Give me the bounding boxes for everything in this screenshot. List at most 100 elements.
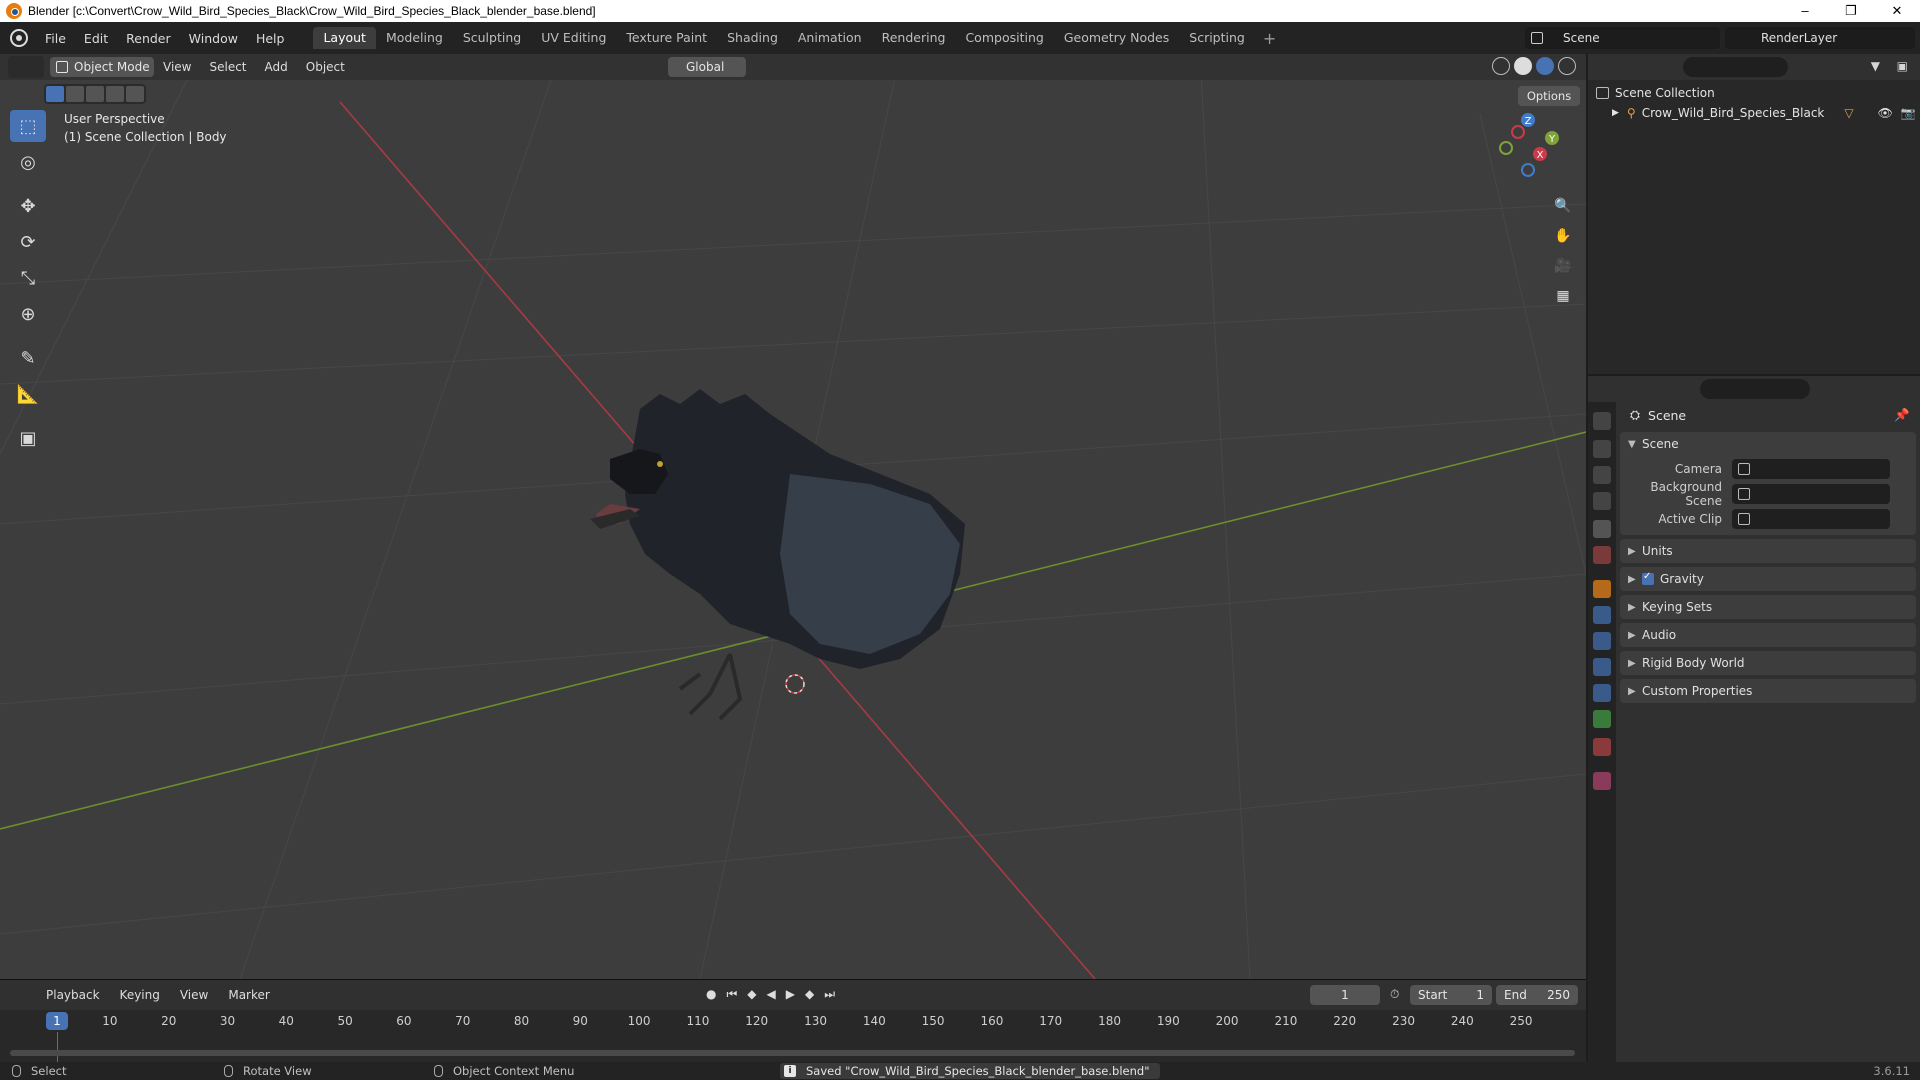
menu-help[interactable]: Help [247, 31, 294, 46]
audio-panel[interactable]: ▶ Audio [1620, 623, 1916, 647]
current-frame-field[interactable]: 1 [1310, 985, 1380, 1005]
rendered-shading-icon[interactable] [1558, 57, 1576, 75]
timeline-menu-view[interactable]: View [170, 988, 218, 1002]
data-tab-icon[interactable] [1593, 710, 1611, 728]
next-keyframe-icon[interactable]: ◆ [805, 987, 814, 1002]
tab-texture-paint[interactable]: Texture Paint [616, 27, 717, 49]
camera-field[interactable] [1732, 458, 1890, 479]
select-extend-icon[interactable] [66, 86, 84, 102]
menu-file[interactable]: File [36, 31, 75, 46]
wireframe-shading-icon[interactable] [1492, 57, 1510, 75]
select-subtract-icon[interactable] [86, 86, 104, 102]
move-icon[interactable]: ✥ [10, 190, 46, 222]
viewport-menu-select[interactable]: Select [200, 60, 255, 74]
viewport-menu-view[interactable]: View [154, 60, 200, 74]
menu-window[interactable]: Window [180, 31, 247, 46]
background-scene-field[interactable] [1732, 483, 1890, 504]
timeline-editor-type-icon[interactable] [8, 985, 36, 1005]
camera-view-icon[interactable]: 🎥 [1551, 254, 1575, 278]
record-icon[interactable]: ● [706, 987, 716, 1002]
timeline-menu-marker[interactable]: Marker [218, 988, 279, 1002]
constraints-tab-icon[interactable] [1593, 684, 1611, 702]
pin-icon[interactable]: 📌 [1894, 407, 1910, 423]
scene-name[interactable]: Scene [1563, 31, 1600, 45]
cursor-icon[interactable]: ◎ [10, 146, 46, 178]
jump-end-icon[interactable]: ⏭ [824, 987, 835, 1002]
outliner-search-input[interactable] [1683, 57, 1788, 77]
select-new-icon[interactable] [46, 86, 64, 102]
filter-icon[interactable]: ▼ [1871, 59, 1880, 73]
select-invert-icon[interactable] [106, 86, 124, 102]
units-panel[interactable]: ▶ Units [1620, 539, 1916, 563]
blender-menu-icon[interactable] [10, 29, 28, 47]
outliner-editor-type-icon[interactable] [1596, 57, 1624, 77]
scene-tab-icon[interactable] [1593, 520, 1611, 538]
properties-editor-type-icon[interactable] [1596, 379, 1624, 399]
zoom-icon[interactable]: 🔍 [1551, 194, 1575, 218]
playhead[interactable]: 1 [46, 1012, 68, 1030]
material-shading-icon[interactable] [1536, 57, 1554, 75]
tab-rendering[interactable]: Rendering [872, 27, 956, 49]
scene-panel-header[interactable]: ▼ Scene [1620, 432, 1916, 456]
editor-type-button[interactable] [8, 56, 44, 78]
tab-compositing[interactable]: Compositing [955, 27, 1053, 49]
outliner-object-row[interactable]: ▶ ⚲ Crow_Wild_Bird_Species_Black ▽ 👁 📷 [1612, 106, 1916, 120]
options-button[interactable]: Options [1518, 86, 1580, 106]
add-workspace-button[interactable]: + [1255, 29, 1284, 48]
display-mode-icon[interactable] [1634, 58, 1656, 76]
world-tab-icon[interactable] [1593, 546, 1611, 564]
active-clip-field[interactable] [1732, 508, 1890, 529]
texture-tab-icon[interactable] [1593, 772, 1611, 790]
prev-keyframe-icon[interactable]: ◆ [747, 987, 756, 1002]
start-frame-field[interactable]: Start 1 [1410, 985, 1492, 1005]
visibility-eye-icon[interactable]: 👁 [1878, 106, 1893, 120]
tab-layout[interactable]: Layout [313, 27, 376, 49]
tab-geometry-nodes[interactable]: Geometry Nodes [1054, 27, 1179, 49]
object-tab-icon[interactable] [1593, 580, 1611, 598]
gravity-panel-header[interactable]: ▶ Gravity [1620, 567, 1916, 591]
measure-icon[interactable]: 📐 [10, 378, 46, 410]
tab-uv-editing[interactable]: UV Editing [531, 27, 616, 49]
timeline-menu-keying[interactable]: Keying [110, 988, 170, 1002]
solid-shading-icon[interactable] [1514, 57, 1532, 75]
perspective-toggle-icon[interactable]: ▦ [1551, 284, 1575, 308]
properties-search-input[interactable] [1700, 379, 1810, 399]
viewport-menu-object[interactable]: Object [297, 60, 354, 74]
expand-arrow-icon[interactable]: ▶ [1612, 108, 1619, 118]
clock-icon[interactable]: ⏱ [1390, 987, 1399, 1002]
minimize-icon[interactable]: – [1782, 0, 1828, 22]
rigid-body-world-panel-header[interactable]: ▶ Rigid Body World [1620, 651, 1916, 675]
gravity-checkbox[interactable] [1642, 571, 1654, 585]
restore-icon[interactable]: ❐ [1828, 0, 1874, 22]
select-box-icon[interactable]: ⬚ [10, 110, 46, 142]
tab-scripting[interactable]: Scripting [1179, 27, 1255, 49]
gravity-panel[interactable]: ▶ Gravity [1620, 567, 1916, 591]
custom-properties-panel-header[interactable]: ▶ Custom Properties [1620, 679, 1916, 703]
3d-viewport[interactable]: Object Mode View Select Add Object Globa… [0, 54, 1586, 979]
tab-shading[interactable]: Shading [717, 27, 788, 49]
particles-tab-icon[interactable] [1593, 632, 1611, 650]
new-collection-icon[interactable]: ▣ [1897, 59, 1908, 73]
outliner-scene-collection[interactable]: Scene Collection [1596, 86, 1715, 100]
annotate-icon[interactable]: ✎ [10, 342, 46, 374]
crow-model[interactable] [590, 389, 965, 721]
pan-hand-icon[interactable]: ✋ [1551, 224, 1575, 248]
timeline-menu-playback[interactable]: Playback [36, 988, 110, 1002]
custom-properties-panel[interactable]: ▶ Custom Properties [1620, 679, 1916, 703]
audio-panel-header[interactable]: ▶ Audio [1620, 623, 1916, 647]
keying-sets-panel-header[interactable]: ▶ Keying Sets [1620, 595, 1916, 619]
tab-animation[interactable]: Animation [788, 27, 872, 49]
units-panel-header[interactable]: ▶ Units [1620, 539, 1916, 563]
view-layer-tab-icon[interactable] [1593, 492, 1611, 510]
render-tab-icon[interactable] [1593, 440, 1611, 458]
rotate-icon[interactable]: ⟳ [10, 226, 46, 258]
tab-modeling[interactable]: Modeling [376, 27, 453, 49]
scale-icon[interactable]: ⤡ [10, 262, 46, 294]
timeline-ruler[interactable]: 1 10 20 30 40 50 60 70 80 90 100 110 120 130 140 150 16… [0, 1010, 1586, 1032]
scene-selector[interactable]: Scene [1525, 27, 1720, 49]
tab-sculpting[interactable]: Sculpting [453, 27, 531, 49]
timeline-scrollbar[interactable] [10, 1050, 1575, 1056]
rigid-body-world-panel[interactable]: ▶ Rigid Body World [1620, 651, 1916, 675]
output-tab-icon[interactable] [1593, 466, 1611, 484]
close-icon[interactable]: ✕ [1874, 0, 1920, 22]
